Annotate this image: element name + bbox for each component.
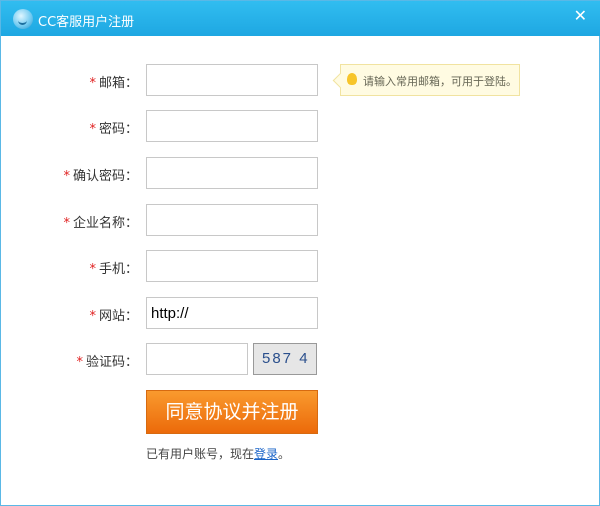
required-mark: *	[76, 355, 83, 370]
app-logo-icon	[13, 9, 33, 29]
company-input[interactable]	[146, 204, 318, 236]
agree-and-register-button[interactable]: 同意协议并注册	[146, 390, 318, 434]
company-row: * 企业名称：	[1, 204, 600, 236]
login-link[interactable]: 登录	[254, 447, 278, 461]
email-label: 邮箱：	[98, 76, 138, 91]
confirm-password-row: * 确认密码：	[1, 157, 600, 189]
email-input[interactable]	[146, 64, 318, 96]
required-mark: *	[89, 122, 96, 137]
website-input[interactable]	[146, 297, 318, 329]
captcha-label: 验证码：	[85, 355, 138, 370]
required-mark: *	[89, 309, 96, 324]
captcha-image[interactable]: 587 4	[253, 343, 317, 375]
email-tip: 请输入常用邮箱，可用于登陆。	[340, 64, 520, 96]
required-mark: *	[63, 216, 70, 231]
phone-label: 手机：	[98, 262, 138, 277]
phone-row: * 手机：	[1, 250, 600, 282]
website-label: 网站：	[98, 309, 138, 324]
title-bar: CC客服用户注册 ✕	[1, 1, 600, 36]
confirm-password-label: 确认密码：	[72, 169, 138, 184]
company-label: 企业名称：	[72, 216, 138, 231]
required-mark: *	[89, 262, 96, 277]
confirm-password-input[interactable]	[146, 157, 318, 189]
close-button[interactable]: ✕	[574, 6, 587, 25]
phone-input[interactable]	[146, 250, 318, 282]
window-title: CC客服用户注册	[38, 15, 135, 30]
login-prompt: 已有用户账号，现在登录。	[146, 447, 291, 461]
website-row: * 网站：	[1, 297, 600, 329]
required-mark: *	[89, 76, 96, 91]
password-row: * 密码：	[1, 110, 600, 142]
lightbulb-icon	[347, 73, 357, 85]
required-mark: *	[63, 169, 70, 184]
password-label: 密码：	[98, 122, 138, 137]
password-input[interactable]	[146, 110, 318, 142]
email-row: * 邮箱： 请输入常用邮箱，可用于登陆。	[1, 64, 600, 96]
captcha-row: * 验证码： 587 4	[1, 343, 600, 375]
captcha-input[interactable]	[146, 343, 248, 375]
